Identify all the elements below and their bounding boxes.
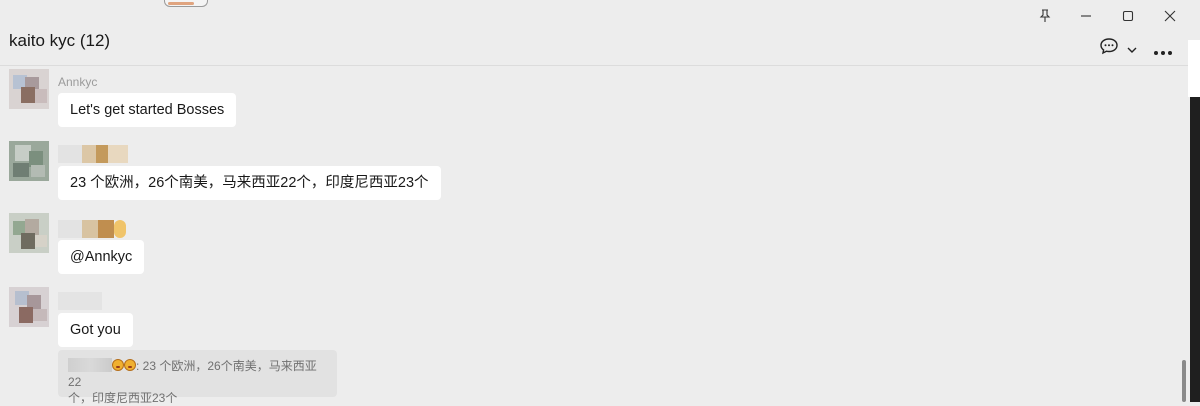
more-icon[interactable] <box>1153 43 1173 61</box>
message-bubble[interactable]: 23 个欧洲，26个南美，马来西亚22个，印度尼西亚23个 <box>58 166 441 200</box>
window-edge <box>1188 40 1200 97</box>
blurred-sender-name <box>58 292 102 310</box>
sender-name: Annkyc <box>58 75 98 89</box>
minimize-icon[interactable] <box>1076 6 1096 26</box>
message-bubble[interactable]: Let's get started Bosses <box>58 93 237 127</box>
blurred-sender-name <box>58 145 128 163</box>
quoted-message[interactable]: : 23 个欧洲，26个南美，马来西亚22 个，印度尼西亚23个 <box>58 350 337 405</box>
avatar[interactable] <box>9 141 49 181</box>
scrollbar-thumb[interactable] <box>1182 360 1186 402</box>
emoji-icon <box>124 359 136 371</box>
message-bubble[interactable]: Got you <box>58 313 133 347</box>
message-bubble[interactable]: @Annkyc <box>58 240 145 274</box>
blurred-quote-sender <box>68 358 112 372</box>
chat-bubble-icon[interactable] <box>1099 37 1119 60</box>
blurred-sender-name <box>58 220 128 238</box>
window-edge <box>1190 97 1200 402</box>
chevron-down-icon[interactable] <box>1127 41 1137 59</box>
emoji-icon <box>112 359 124 371</box>
avatar[interactable] <box>9 69 49 109</box>
header-divider <box>0 65 1188 66</box>
close-icon[interactable] <box>1160 6 1180 26</box>
maximize-icon[interactable] <box>1118 6 1138 26</box>
drag-handle-fill <box>168 2 194 5</box>
drag-handle[interactable] <box>164 0 208 7</box>
avatar[interactable] <box>9 213 49 253</box>
chat-title: kaito kyc (12) <box>9 31 111 50</box>
pin-icon[interactable] <box>1035 6 1055 26</box>
quote-text-line2: 个，印度尼西亚23个 <box>68 391 178 405</box>
avatar[interactable] <box>9 287 49 327</box>
